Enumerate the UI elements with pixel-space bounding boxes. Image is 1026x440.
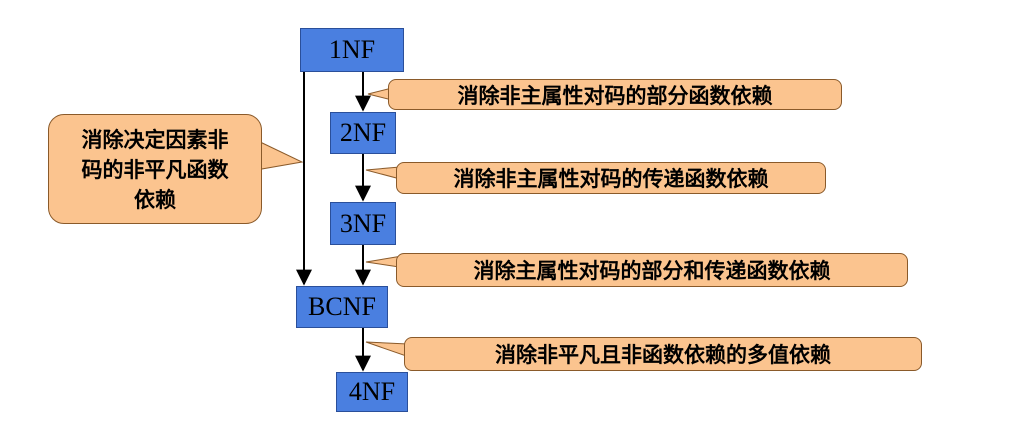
callout-left-tail xyxy=(255,139,304,171)
callout-prime-attribute-dependency: 消除主属性对码的部分和传递函数依赖 xyxy=(396,253,908,287)
node-1nf: 1NF xyxy=(300,28,404,72)
callout-partial-dependency: 消除非主属性对码的部分函数依赖 xyxy=(388,79,842,110)
callout-multivalued-dependency: 消除非平凡且非函数依赖的多值依赖 xyxy=(404,337,922,371)
callout-determinant-dependency: 消除决定因素非 码的非平凡函数 依赖 xyxy=(48,114,262,224)
callout-left-line-1: 消除决定因素非 xyxy=(81,128,229,152)
node-3nf: 3NF xyxy=(330,202,396,245)
node-4nf: 4NF xyxy=(336,372,408,412)
callout-left-line-2: 码的非平凡函数 xyxy=(81,158,229,182)
callout-left-line-3: 依赖 xyxy=(134,188,176,212)
callout-transitive-dependency: 消除非主属性对码的传递函数依赖 xyxy=(396,162,826,194)
node-bcnf: BCNF xyxy=(296,286,388,328)
node-2nf: 2NF xyxy=(330,112,396,154)
